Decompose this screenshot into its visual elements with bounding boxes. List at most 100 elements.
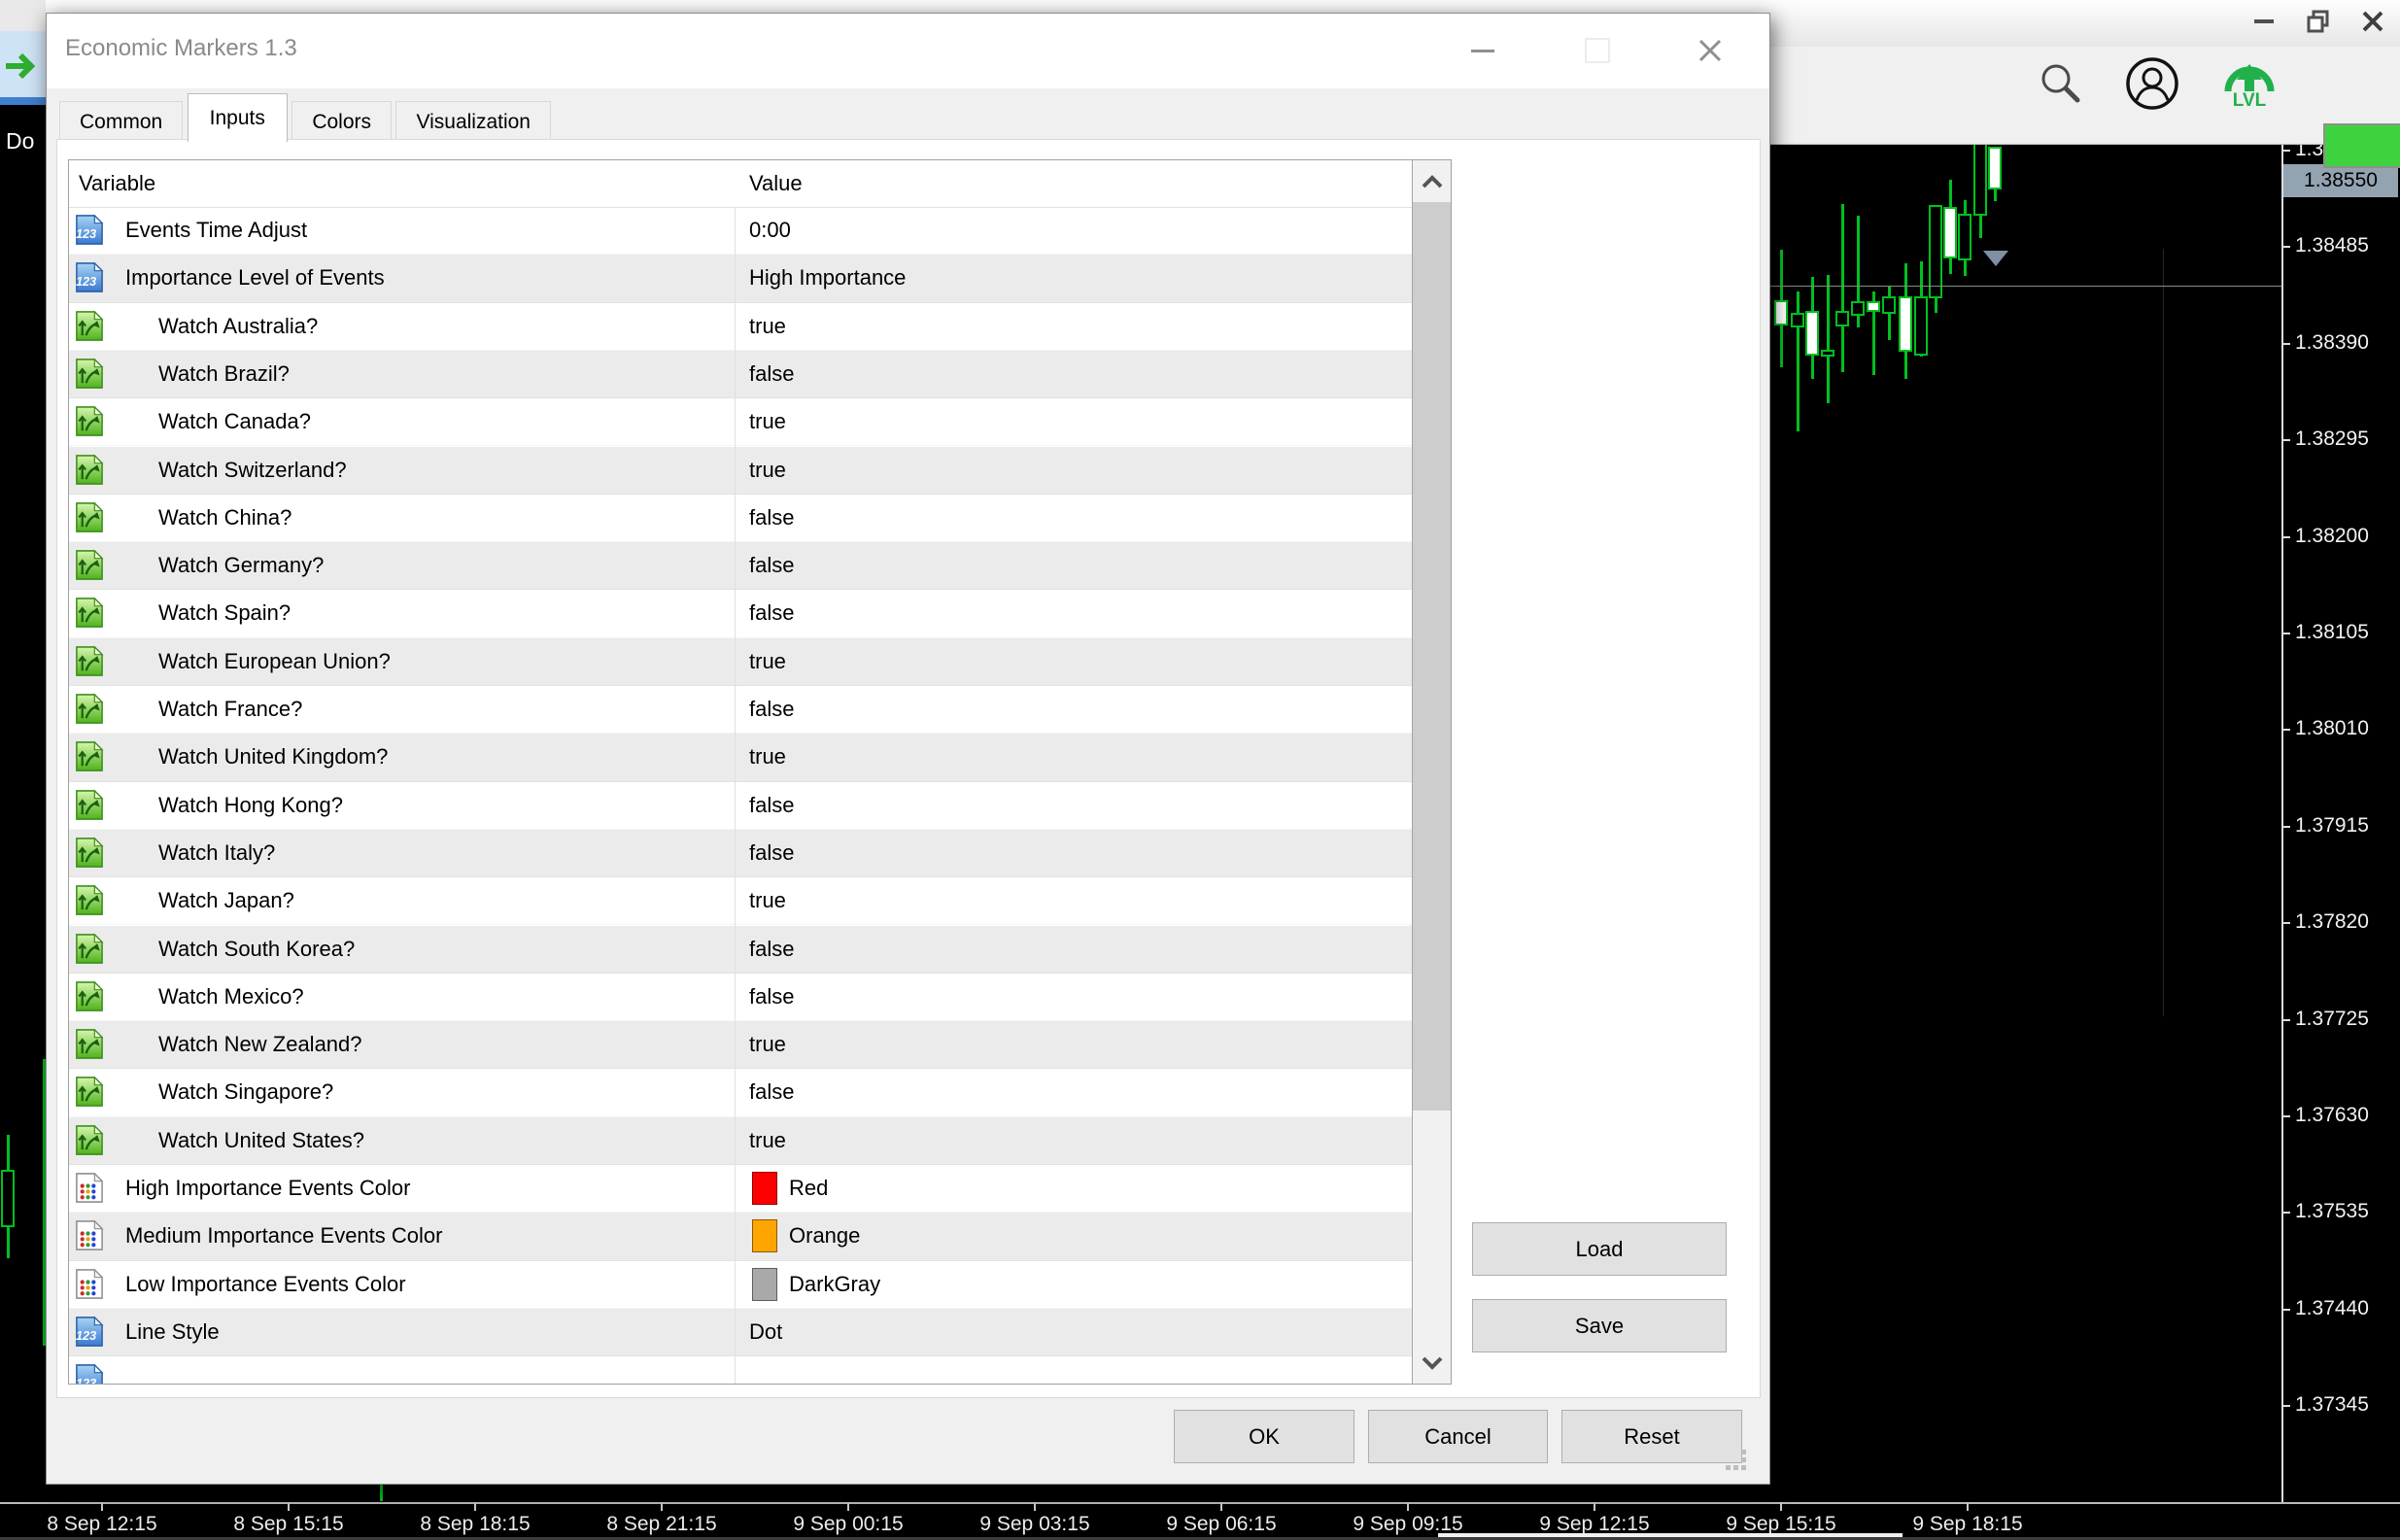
param-value[interactable]: false: [749, 505, 794, 530]
cancel-button[interactable]: Cancel: [1368, 1410, 1548, 1463]
profile-icon[interactable]: [2123, 54, 2181, 118]
table-row[interactable]: High Importance Events Color Red: [69, 1165, 1412, 1214]
current-price-line: [1768, 286, 2281, 287]
chart-icon: [73, 1076, 105, 1108]
table-row[interactable]: 123 Importance Level of Events High Import…: [69, 255, 1412, 303]
period-separator: [2163, 249, 2164, 1016]
chart-icon: [73, 454, 105, 486]
table-row[interactable]: Watch Italy? false: [69, 829, 1412, 878]
price-tick: [2281, 1405, 2290, 1408]
table-row[interactable]: Watch Switzerland? true: [69, 446, 1412, 495]
table-row[interactable]: Watch Hong Kong? false: [69, 781, 1412, 830]
param-value[interactable]: true: [749, 458, 786, 483]
table-row[interactable]: Watch European Union? true: [69, 637, 1412, 686]
param-value[interactable]: true: [749, 649, 786, 674]
candle-body: [1973, 143, 1987, 216]
search-icon[interactable]: [2036, 58, 2086, 114]
tab-visualization[interactable]: Visualization: [395, 101, 551, 142]
event-marker-icon: [1983, 251, 2008, 266]
table-row[interactable]: Watch New Zealand? true: [69, 1021, 1412, 1070]
app-restore-button[interactable]: [2297, 0, 2340, 43]
param-label: Watch China?: [158, 504, 292, 530]
price-tick: [2281, 439, 2290, 442]
time-tick: [1220, 1502, 1222, 1511]
param-value[interactable]: false: [749, 1079, 794, 1105]
scroll-up-button[interactable]: [1413, 160, 1451, 202]
param-value[interactable]: true: [749, 744, 786, 770]
table-row[interactable]: Watch South Korea? false: [69, 925, 1412, 974]
dialog-titlebar[interactable]: Economic Markers 1.3: [47, 14, 1769, 88]
param-value[interactable]: 0:00: [749, 218, 791, 243]
scroll-down-button[interactable]: [1413, 1342, 1451, 1384]
table-row[interactable]: Watch Mexico? false: [69, 973, 1412, 1022]
tab-colors[interactable]: Colors: [291, 101, 393, 142]
table-row[interactable]: Watch Japan? true: [69, 877, 1412, 926]
column-divider[interactable]: [735, 160, 736, 1384]
param-value[interactable]: Orange: [749, 1219, 860, 1253]
app-minimize-button[interactable]: [2243, 0, 2285, 43]
numeric-icon: 123: [73, 261, 105, 293]
param-value[interactable]: false: [749, 553, 794, 578]
table-row[interactable]: 123: [69, 1356, 1412, 1384]
param-value[interactable]: true: [749, 1032, 786, 1057]
table-row[interactable]: Watch United Kingdom? true: [69, 734, 1412, 782]
time-label: 8 Sep 18:15: [420, 1513, 531, 1535]
table-row[interactable]: Watch Germany? false: [69, 542, 1412, 591]
color-swatch: [752, 1267, 777, 1301]
dialog-maximize-button[interactable]: [1572, 27, 1623, 74]
param-value[interactable]: false: [749, 600, 794, 626]
table-row[interactable]: Watch Canada? true: [69, 398, 1412, 447]
param-value[interactable]: false: [749, 984, 794, 1010]
param-value[interactable]: Dot: [749, 1319, 782, 1345]
column-header-value[interactable]: Value: [749, 171, 803, 196]
lvl-icon[interactable]: LVL: [2222, 54, 2277, 113]
param-value[interactable]: High Importance: [749, 265, 906, 291]
time-axis[interactable]: 8 Sep 12:15 8 Sep 15:15 8 Sep 18:15 8 Sep 2…: [0, 1502, 2400, 1540]
param-label: Watch Spain?: [158, 600, 291, 626]
resize-grip[interactable]: [1726, 1450, 1747, 1471]
table-row[interactable]: Low Importance Events Color DarkGray: [69, 1260, 1412, 1309]
save-button[interactable]: Save: [1472, 1299, 1727, 1352]
column-header-variable[interactable]: Variable: [79, 171, 155, 196]
scrollbar-thumb[interactable]: [1413, 202, 1451, 1111]
table-row[interactable]: Watch China? false: [69, 494, 1412, 543]
table-row[interactable]: Watch France? false: [69, 686, 1412, 735]
table-row[interactable]: Watch Australia? true: [69, 302, 1412, 351]
table-row[interactable]: Watch Singapore? false: [69, 1069, 1412, 1117]
param-value[interactable]: false: [749, 937, 794, 962]
table-row[interactable]: Watch Brazil? false: [69, 350, 1412, 399]
app-close-button[interactable]: [2351, 0, 2394, 43]
tab-inputs[interactable]: Inputs: [187, 93, 288, 142]
param-value[interactable]: false: [749, 361, 794, 387]
inputs-tab-page: 123 Events Time Adjust 0:00 123 Importance …: [56, 139, 1761, 1398]
table-row[interactable]: Watch United States? true: [69, 1116, 1412, 1165]
progress-fill: [2325, 125, 2400, 166]
reset-button[interactable]: Reset: [1561, 1410, 1742, 1463]
chart-icon: [73, 837, 105, 869]
table-row[interactable]: Medium Importance Events Color Orange: [69, 1213, 1412, 1261]
param-value[interactable]: false: [749, 697, 794, 722]
left-panel-button[interactable]: [0, 31, 46, 99]
param-value[interactable]: Red: [749, 1172, 828, 1205]
param-label: Watch United Kingdom?: [158, 744, 389, 770]
dialog-minimize-button[interactable]: [1457, 27, 1508, 74]
table-row[interactable]: 123 Events Time Adjust 0:00: [69, 207, 1412, 256]
load-button[interactable]: Load: [1472, 1222, 1727, 1276]
table-row[interactable]: Watch Spain? false: [69, 590, 1412, 638]
param-value[interactable]: false: [749, 840, 794, 866]
price-label: 1.37440: [2295, 1296, 2369, 1319]
chart-icon: [73, 980, 105, 1012]
table-row[interactable]: 123 Line Style Dot: [69, 1308, 1412, 1357]
param-value[interactable]: true: [749, 314, 786, 339]
ok-button[interactable]: OK: [1174, 1410, 1354, 1463]
param-value[interactable]: true: [749, 1128, 786, 1153]
param-value[interactable]: true: [749, 409, 786, 434]
vertical-scrollbar[interactable]: [1412, 160, 1451, 1384]
price-tick: [2281, 1018, 2290, 1021]
tab-common[interactable]: Common: [59, 101, 184, 142]
dialog-close-button[interactable]: [1685, 27, 1735, 74]
param-label: Watch South Korea?: [158, 936, 356, 961]
param-value[interactable]: DarkGray: [749, 1267, 880, 1301]
param-value[interactable]: false: [749, 793, 794, 818]
param-value[interactable]: true: [749, 888, 786, 913]
